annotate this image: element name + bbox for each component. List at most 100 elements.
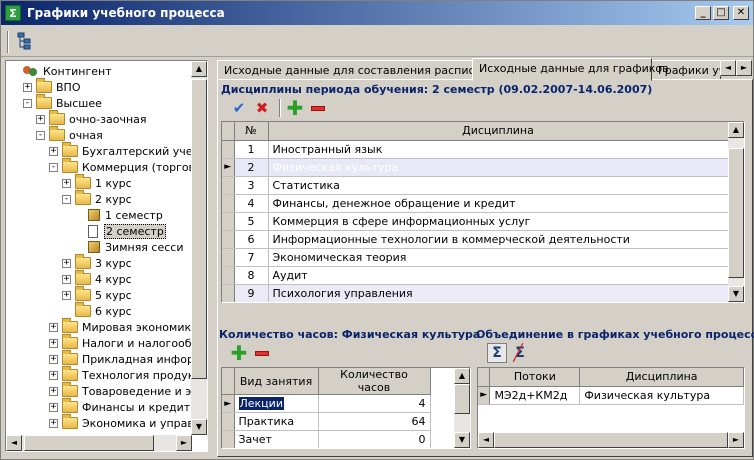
expand-icon[interactable]: + bbox=[36, 114, 45, 124]
expand-icon[interactable]: + bbox=[49, 370, 58, 380]
table-row[interactable]: 1 Иностранный язык bbox=[222, 140, 729, 159]
scroll-up-button[interactable]: ▲ bbox=[454, 368, 470, 384]
scroll-right-button[interactable]: ► bbox=[176, 435, 192, 451]
scroll-up-button[interactable]: ▲ bbox=[728, 122, 744, 138]
tree-item[interactable]: + Мировая экономика bbox=[49, 318, 198, 335]
column-header-union-discipline[interactable]: Дисциплина bbox=[579, 368, 744, 387]
tree-item[interactable]: +3 курс bbox=[62, 254, 132, 271]
scroll-thumb[interactable] bbox=[728, 148, 744, 278]
tree-item[interactable]: 2 семестр bbox=[75, 223, 166, 239]
tree-item[interactable]: 6 курс bbox=[62, 302, 132, 319]
tree-item[interactable]: + очно-заочная bbox=[36, 110, 147, 127]
tree-item[interactable]: + Экономика и управл bbox=[49, 414, 201, 431]
scroll-up-button[interactable]: ▲ bbox=[191, 61, 207, 77]
scroll-down-button[interactable]: ▼ bbox=[454, 432, 470, 448]
confirm-button[interactable]: ✔ bbox=[229, 98, 249, 118]
scroll-down-button[interactable]: ▼ bbox=[728, 286, 744, 302]
table-row[interactable]: 7 Экономическая теория bbox=[222, 248, 729, 267]
tree-item[interactable]: + Финансы и кредит bbox=[49, 398, 190, 415]
tree-item[interactable]: - очная bbox=[36, 126, 103, 143]
collapse-icon[interactable]: - bbox=[49, 162, 58, 172]
table-row[interactable]: 3 Статистика bbox=[222, 176, 729, 195]
tree-vertical-scrollbar[interactable]: ▲ ▼ bbox=[191, 61, 207, 435]
tree-item[interactable]: + Бухгалтерский учет, bbox=[49, 142, 202, 159]
table-row[interactable]: ► Лекции 4 bbox=[222, 394, 431, 413]
tab-scroll-right-button[interactable]: ► bbox=[736, 60, 752, 76]
maximize-button[interactable]: □ bbox=[713, 6, 729, 20]
expand-icon[interactable]: + bbox=[49, 146, 58, 156]
tree-horizontal-scrollbar[interactable]: ◄ ► bbox=[6, 435, 192, 451]
unmerge-button[interactable]: Σ ╱ bbox=[510, 343, 530, 363]
scroll-thumb[interactable] bbox=[191, 79, 207, 379]
tab-graph-data[interactable]: Исходные данные для графиков bbox=[472, 58, 669, 81]
tree-item[interactable]: Зимняя сесси bbox=[75, 239, 183, 255]
remove-hours-button[interactable] bbox=[252, 343, 272, 363]
tree-item[interactable]: + Технология продукт bbox=[49, 366, 201, 383]
column-header-streams[interactable]: Потоки bbox=[489, 368, 581, 387]
collapse-icon[interactable]: - bbox=[23, 98, 32, 108]
title-bar[interactable]: Σ Графики учебного процесса _ □ ✕ bbox=[1, 1, 753, 25]
table-row[interactable]: 4 Финансы, денежное обращение и кредит bbox=[222, 194, 729, 213]
expand-icon[interactable]: + bbox=[49, 418, 58, 428]
disciplines-grid[interactable]: № Дисциплина 1 Иностранный язык ► 2 Физическ… bbox=[221, 121, 745, 303]
close-button[interactable]: ✕ bbox=[733, 6, 749, 20]
tree-item[interactable]: +1 курс bbox=[62, 174, 132, 191]
expand-icon[interactable]: + bbox=[49, 386, 58, 396]
table-row[interactable]: ► 2 Физическая культура bbox=[222, 158, 729, 177]
tree-item[interactable]: Контингент bbox=[10, 63, 112, 79]
panel-splitter[interactable] bbox=[210, 57, 214, 455]
hours-grid[interactable]: Вид занятия Количество часов ► Лекции 4 Пра… bbox=[221, 367, 471, 449]
collapse-icon[interactable]: - bbox=[62, 194, 71, 204]
tree-item[interactable]: +4 курс bbox=[62, 270, 132, 287]
table-row[interactable]: Зачет 0 bbox=[222, 430, 431, 448]
add-hours-button[interactable]: ✚ bbox=[229, 341, 249, 365]
contingent-tree[interactable]: Контингент + ВПО - Высшее + очно-заочная - очная… bbox=[5, 60, 208, 452]
table-row[interactable]: 9 Психология управления bbox=[222, 284, 729, 302]
expand-icon[interactable]: + bbox=[62, 258, 71, 268]
cancel-button[interactable]: ✖ bbox=[252, 98, 272, 118]
tree-item[interactable]: - Высшее bbox=[23, 94, 102, 111]
expand-icon[interactable]: + bbox=[62, 290, 71, 300]
disciplines-scrollbar[interactable]: ▲ ▼ bbox=[728, 122, 744, 302]
scroll-left-button[interactable]: ◄ bbox=[6, 435, 22, 451]
expand-icon[interactable]: + bbox=[62, 274, 71, 284]
tab-schedule-data[interactable]: Исходные данные для составления расписан… bbox=[217, 60, 502, 80]
remove-discipline-button[interactable] bbox=[308, 98, 328, 118]
minimize-button[interactable]: _ bbox=[695, 6, 711, 20]
table-row[interactable]: ► МЭ2д+КМ2д Физическая культура bbox=[478, 386, 744, 405]
union-horizontal-scrollbar[interactable]: ◄ ► bbox=[478, 432, 744, 448]
expand-icon[interactable]: + bbox=[49, 354, 58, 364]
tree-item[interactable]: - Коммерция (торгово bbox=[49, 158, 202, 175]
scroll-thumb[interactable] bbox=[454, 384, 470, 414]
column-header-discipline[interactable]: Дисциплина bbox=[268, 122, 729, 141]
hscroll-thumb[interactable] bbox=[24, 435, 154, 451]
tree-view-button[interactable] bbox=[15, 32, 37, 52]
tree-item[interactable]: - 2 курс bbox=[62, 190, 132, 207]
add-discipline-button[interactable]: ✚ bbox=[285, 96, 305, 120]
hscroll-thumb[interactable] bbox=[494, 432, 728, 448]
tree-item[interactable]: + Прикладная информ bbox=[49, 350, 202, 367]
table-row[interactable]: 8 Аудит bbox=[222, 266, 729, 285]
scroll-left-button[interactable]: ◄ bbox=[478, 432, 494, 448]
tree-item[interactable]: + Налоги и налогообло bbox=[49, 334, 205, 351]
tree-item[interactable]: 1 семестр bbox=[75, 207, 163, 223]
table-row[interactable]: 5 Коммерция в сфере информационных услуг bbox=[222, 212, 729, 231]
expand-icon[interactable]: + bbox=[23, 82, 32, 92]
column-header-hours[interactable]: Количество часов bbox=[318, 368, 431, 395]
scroll-down-button[interactable]: ▼ bbox=[191, 419, 207, 435]
expand-icon[interactable]: + bbox=[49, 322, 58, 332]
hours-scrollbar[interactable]: ▲ ▼ bbox=[454, 368, 470, 448]
tree-item[interactable]: + ВПО bbox=[23, 78, 80, 95]
expand-icon[interactable]: + bbox=[62, 178, 71, 188]
merge-button[interactable]: Σ bbox=[487, 343, 507, 363]
collapse-icon[interactable]: - bbox=[36, 130, 45, 140]
tree-item[interactable]: +5 курс bbox=[62, 286, 132, 303]
table-row[interactable]: Практика 64 bbox=[222, 412, 431, 431]
expand-icon[interactable]: + bbox=[49, 338, 58, 348]
scroll-right-button[interactable]: ► bbox=[728, 432, 744, 448]
expand-icon[interactable]: + bbox=[49, 402, 58, 412]
column-header-lesson-type[interactable]: Вид занятия bbox=[234, 368, 319, 395]
table-row[interactable]: 6 Информационные технологии в коммерческо… bbox=[222, 230, 729, 249]
column-header-num[interactable]: № bbox=[234, 122, 269, 141]
tab-scroll-left-button[interactable]: ◄ bbox=[720, 60, 736, 76]
